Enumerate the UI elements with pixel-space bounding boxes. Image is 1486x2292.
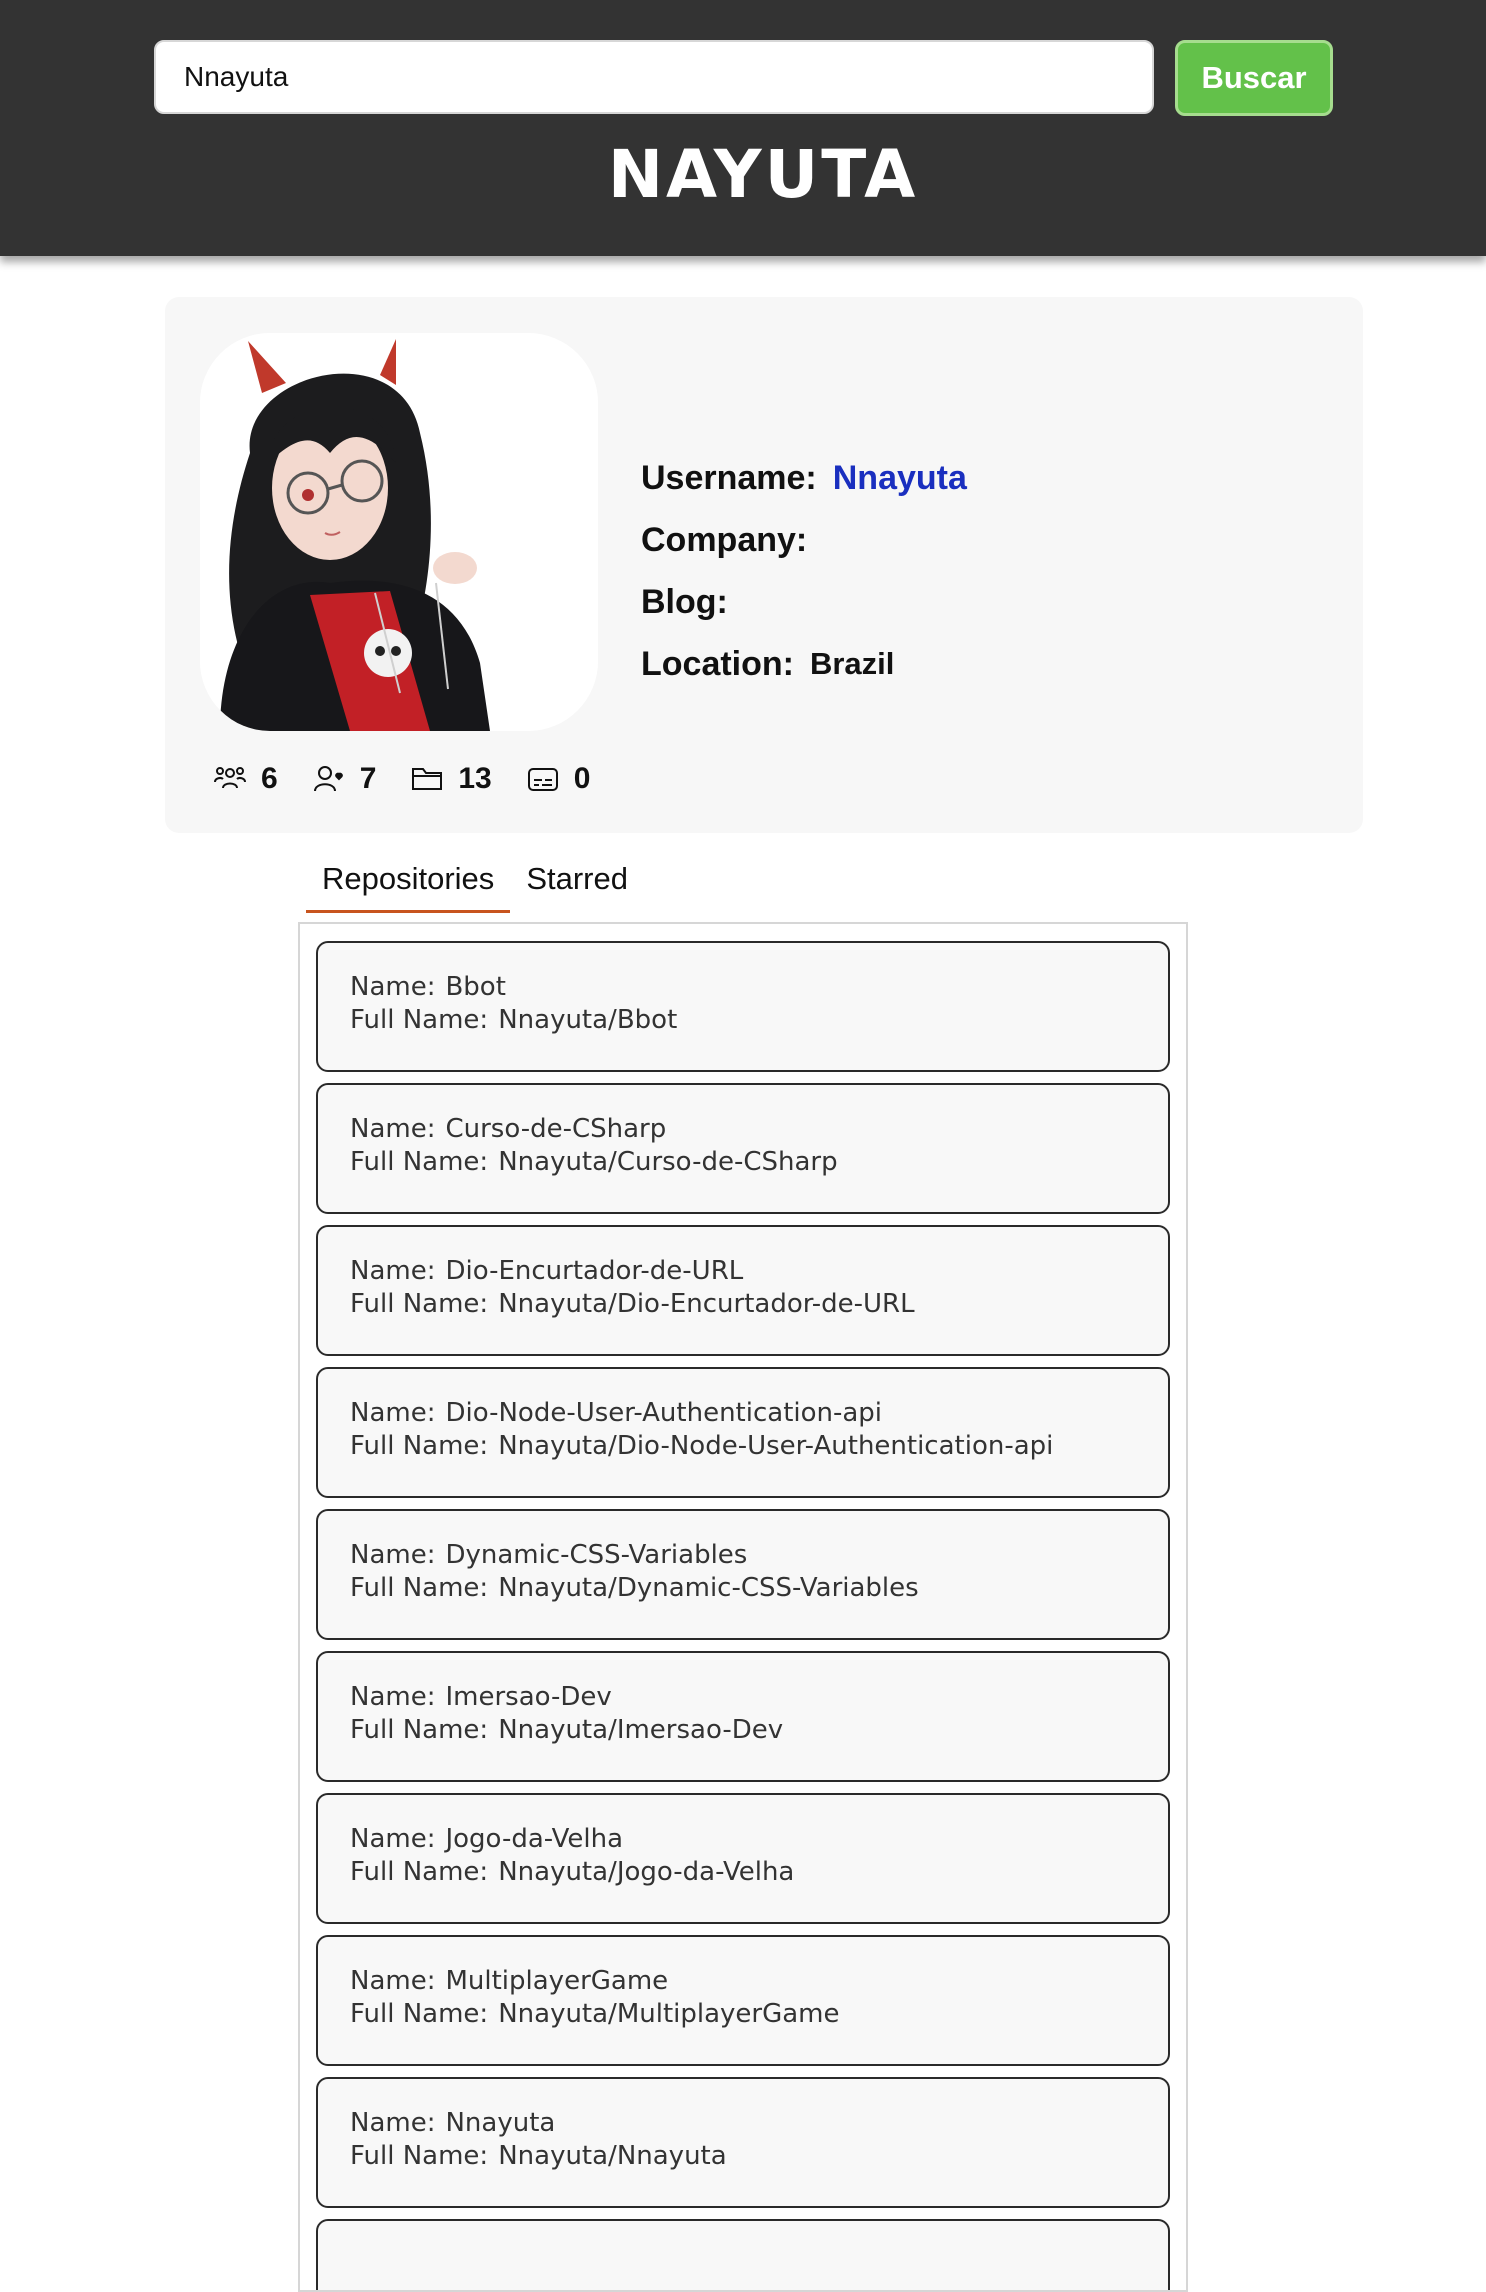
name-label: Name: xyxy=(350,1966,436,1996)
location-row: Location: Brazil xyxy=(641,633,967,695)
repository-list-panel[interactable]: Name: Bbot Full Name: Nnayuta/Bbot Name: Cu… xyxy=(298,922,1188,2292)
search-button[interactable]: Buscar xyxy=(1175,40,1333,116)
repos-folder-icon xyxy=(412,768,443,790)
name-label: Name: xyxy=(350,1540,436,1570)
repository-name: Imersao-Dev xyxy=(445,1682,612,1712)
repository-item[interactable]: Name: Dynamic-CSS-Variables Full Name: Nna… xyxy=(316,1509,1170,1640)
repository-item[interactable]: Name: Dio-Node-User-Authentication-api Fu… xyxy=(316,1367,1170,1498)
repository-full-name: Nnayuta/Dynamic-CSS-Variables xyxy=(498,1573,919,1603)
full-name-label: Full Name: xyxy=(350,1857,489,1887)
repository-name: Dio-Encurtador-de-URL xyxy=(445,1256,744,1286)
repository-item[interactable]: Name: Dio-Encurtador-de-URL Full Name: Nna… xyxy=(316,1225,1170,1356)
full-name-label: Full Name: xyxy=(350,1005,489,1035)
repository-name: Dynamic-CSS-Variables xyxy=(445,1540,748,1570)
username-label: Username: xyxy=(641,458,817,497)
repository-item[interactable]: Name: Imersao-Dev Full Name: Nnayuta/Imers… xyxy=(316,1651,1170,1782)
following-count: 7 xyxy=(359,762,377,795)
full-name-label: Full Name: xyxy=(350,1147,489,1177)
username-row: Username: Nnayuta xyxy=(641,447,967,509)
repos-count: 13 xyxy=(458,762,492,795)
following-stat: 7 xyxy=(312,762,377,796)
repository-name: Nnayuta xyxy=(445,2108,556,2138)
gists-stat: 0 xyxy=(526,762,591,796)
repository-full-name: Nnayuta/Dio-Node-User-Authentication-api xyxy=(498,1431,1054,1461)
username-link[interactable]: Nnayuta xyxy=(833,459,967,498)
repository-full-name: Nnayuta/Jogo-da-Velha xyxy=(498,1857,795,1887)
repository-full-name: Nnayuta/MultiplayerGame xyxy=(498,1999,840,2029)
full-name-label: Full Name: xyxy=(350,1289,489,1319)
full-name-label: Full Name: xyxy=(350,1999,489,2029)
search-input[interactable] xyxy=(154,40,1154,114)
repository-list: Name: Bbot Full Name: Nnayuta/Bbot Name: Cu… xyxy=(316,941,1170,2290)
full-name-label: Full Name: xyxy=(350,1715,489,1745)
repository-item[interactable]: Name: Jogo-da-Velha Full Name: Nnayuta/Jog… xyxy=(316,1793,1170,1924)
repository-name: Jogo-da-Velha xyxy=(445,1824,624,1854)
profile-stats: 6 7 13 0 xyxy=(213,759,624,799)
name-label: Name: xyxy=(350,1682,436,1712)
gists-count: 0 xyxy=(573,762,591,795)
name-label: Name: xyxy=(350,1256,436,1286)
blog-label: Blog: xyxy=(641,582,728,621)
avatar xyxy=(200,333,598,731)
following-icon xyxy=(313,766,343,792)
full-name-label: Full Name: xyxy=(350,1431,489,1461)
profile-info: Username: Nnayuta Company: Blog: Locatio… xyxy=(641,447,967,695)
repository-name: MultiplayerGame xyxy=(445,1966,669,1996)
repos-stat: 13 xyxy=(410,762,492,796)
repository-full-name: Nnayuta/Dio-Encurtador-de-URL xyxy=(498,1289,915,1319)
location-value: Brazil xyxy=(809,646,895,681)
profile-card: Username: Nnayuta Company: Blog: Locatio… xyxy=(165,297,1363,833)
tab-bar: Repositories Starred xyxy=(306,848,644,913)
tab-starred[interactable]: Starred xyxy=(510,848,644,913)
repository-item[interactable]: Name: Bbot Full Name: Nnayuta/Bbot xyxy=(316,941,1170,1072)
repository-full-name: Nnayuta/Imersao-Dev xyxy=(498,1715,784,1745)
name-label: Name: xyxy=(350,1824,436,1854)
name-label: Name: xyxy=(350,972,436,1002)
full-name-label: Full Name: xyxy=(350,1573,489,1603)
full-name-label: Full Name: xyxy=(350,2141,489,2171)
location-label: Location: xyxy=(641,644,794,683)
name-label: Name: xyxy=(350,2108,436,2138)
followers-stat: 6 xyxy=(213,762,278,796)
blog-row: Blog: xyxy=(641,571,967,633)
repository-full-name: Nnayuta/Nnayuta xyxy=(498,2141,727,2171)
repository-name: Dio-Node-User-Authentication-api xyxy=(445,1398,883,1428)
repository-item[interactable]: Name: Nnayuta Full Name: Nnayuta/Nnayuta xyxy=(316,2077,1170,2208)
repository-name: Curso-de-CSharp xyxy=(445,1114,667,1144)
followers-count: 6 xyxy=(261,762,278,795)
company-row: Company: xyxy=(641,509,967,571)
company-label: Company: xyxy=(641,520,808,559)
repository-item[interactable] xyxy=(316,2219,1170,2290)
repository-full-name: Nnayuta/Bbot xyxy=(498,1005,678,1035)
repository-full-name: Nnayuta/Curso-de-CSharp xyxy=(498,1147,838,1177)
repository-item[interactable]: Name: Curso-de-CSharp Full Name: Nnayuta/C… xyxy=(316,1083,1170,1214)
gists-icon xyxy=(527,768,558,791)
repository-item[interactable]: Name: MultiplayerGame Full Name: Nnayuta/M… xyxy=(316,1935,1170,2066)
name-label: Name: xyxy=(350,1114,436,1144)
repository-name: Bbot xyxy=(445,972,506,1002)
followers-icon xyxy=(214,767,246,789)
name-label: Name: xyxy=(350,1398,436,1428)
logo-title: NAYUTA xyxy=(607,136,919,213)
tab-repositories[interactable]: Repositories xyxy=(306,848,511,913)
top-header: Buscar NAYUTA xyxy=(0,0,1486,256)
